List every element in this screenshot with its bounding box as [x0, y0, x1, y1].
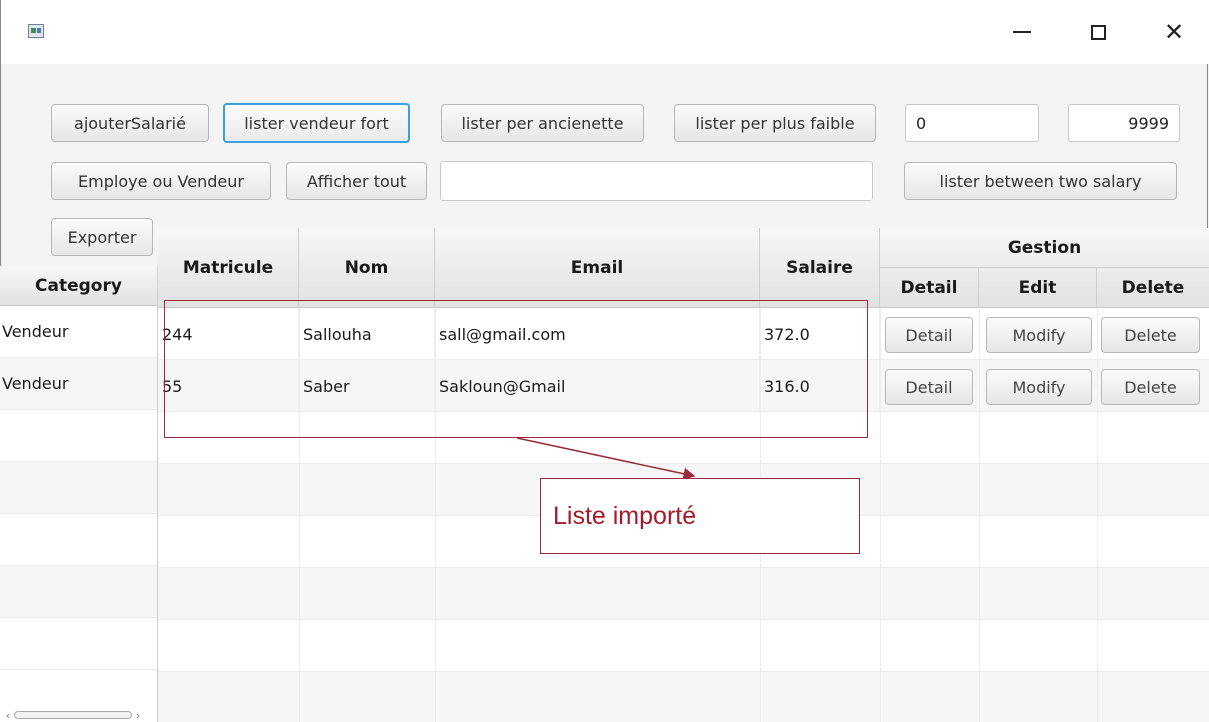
email-column-header[interactable]: Email	[435, 228, 760, 308]
empty-row	[0, 566, 157, 618]
detail-button[interactable]: Detail	[885, 317, 973, 353]
minimize-button[interactable]	[999, 12, 1045, 52]
table-header: Matricule Nom Email Salaire Gestion Deta…	[158, 228, 1209, 308]
minimize-icon	[1013, 31, 1031, 33]
table-row[interactable]: Vendeur	[0, 358, 157, 410]
employe-ou-vendeur-button[interactable]: Employe ou Vendeur	[51, 162, 271, 200]
column-divider	[880, 308, 881, 722]
column-divider	[979, 308, 980, 722]
callout-label: Liste importé	[553, 501, 697, 530]
column-divider	[1097, 308, 1098, 722]
matricule-column-header[interactable]: Matricule	[158, 228, 299, 308]
detail-column-header[interactable]: Detail	[880, 268, 979, 308]
min-salary-input[interactable]	[905, 104, 1039, 142]
close-button[interactable]: ✕	[1151, 12, 1197, 52]
category-column-header[interactable]: Category	[0, 266, 157, 306]
delete-button[interactable]: Delete	[1101, 317, 1200, 353]
maximize-icon	[1090, 24, 1106, 40]
empty-row	[0, 618, 157, 670]
title-bar: ✕	[1, 0, 1209, 64]
delete-button[interactable]: Delete	[1101, 369, 1200, 405]
category-cell: Vendeur	[2, 322, 69, 341]
empty-row	[0, 462, 157, 514]
delete-column-header[interactable]: Delete	[1097, 268, 1209, 308]
lister-between-salary-button[interactable]: lister between two salary	[904, 162, 1177, 200]
edit-column-header[interactable]: Edit	[979, 268, 1097, 308]
gestion-column-header: Gestion	[880, 228, 1209, 268]
ajouter-salarie-button[interactable]: ajouterSalarié	[51, 104, 209, 142]
close-icon: ✕	[1163, 18, 1185, 46]
lister-plus-faible-button[interactable]: lister per plus faible	[674, 104, 876, 142]
category-table[interactable]: Category Vendeur Vendeur ‹ ›	[0, 266, 158, 722]
modify-button[interactable]: Modify	[986, 317, 1092, 353]
detail-button[interactable]: Detail	[885, 369, 973, 405]
scrollbar-thumb[interactable]	[14, 711, 132, 719]
search-input[interactable]	[440, 161, 873, 201]
scroll-left-icon[interactable]: ‹	[2, 709, 14, 722]
empty-row	[158, 620, 1209, 672]
table-row[interactable]: Vendeur	[0, 306, 157, 358]
app-icon	[28, 24, 44, 38]
empty-row	[0, 410, 157, 462]
imported-list-callout: Liste importé	[540, 478, 860, 554]
horizontal-scrollbar[interactable]: ‹ ›	[2, 708, 156, 722]
empty-row	[158, 568, 1209, 620]
lister-anciennete-button[interactable]: lister per ancienette	[441, 104, 644, 142]
empty-row	[158, 672, 1209, 722]
max-salary-input[interactable]	[1068, 104, 1180, 142]
afficher-tout-button[interactable]: Afficher tout	[286, 162, 427, 200]
scroll-right-icon[interactable]: ›	[132, 709, 144, 722]
category-cell: Vendeur	[2, 374, 69, 393]
modify-button[interactable]: Modify	[986, 369, 1092, 405]
maximize-button[interactable]	[1075, 12, 1121, 52]
lister-vendeur-fort-button[interactable]: lister vendeur fort	[223, 103, 410, 143]
empty-row	[0, 514, 157, 566]
exporter-button[interactable]: Exporter	[51, 218, 153, 256]
imported-list-highlight	[164, 300, 868, 438]
salaire-column-header[interactable]: Salaire	[760, 228, 880, 308]
nom-column-header[interactable]: Nom	[299, 228, 435, 308]
